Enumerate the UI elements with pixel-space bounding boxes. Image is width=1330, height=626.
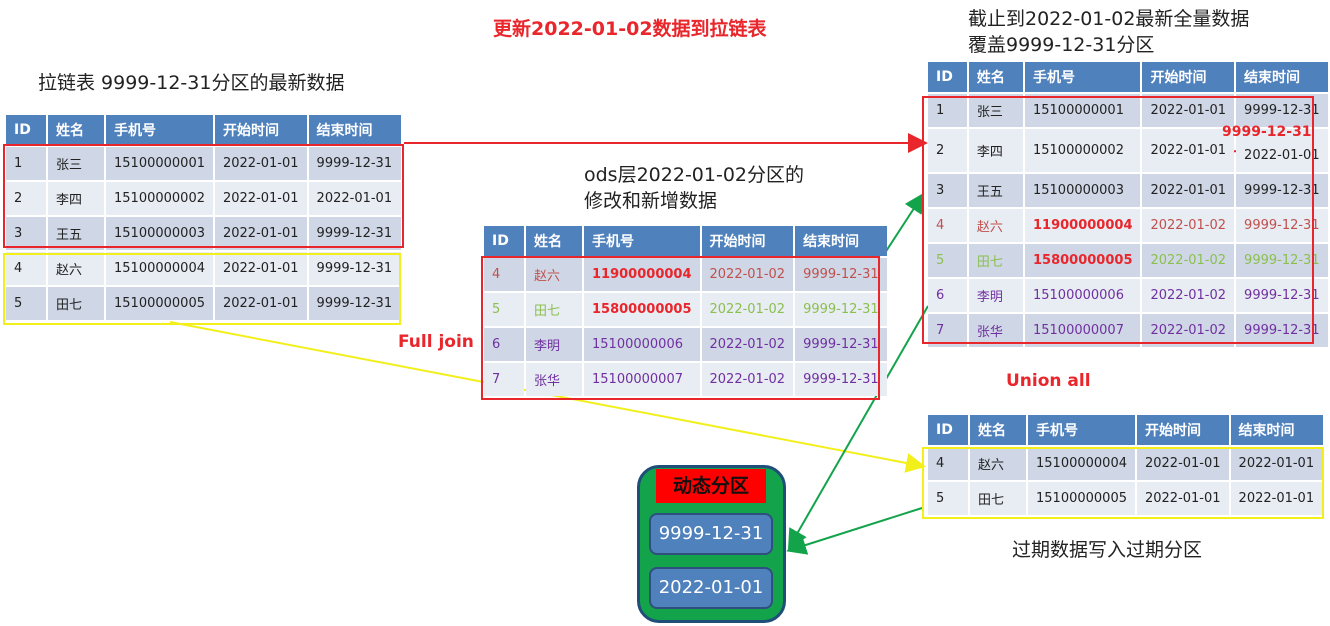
col-end: 结束时间 — [308, 115, 401, 145]
col-id: ID — [6, 115, 46, 145]
left-unchanged-highlight — [3, 144, 404, 248]
col-phone: 手机号 — [1028, 415, 1135, 445]
middle-table-heading-line2: 修改和新增数据 — [584, 190, 718, 212]
table-header-row: ID 姓名 手机号 开始时间 结束时间 — [928, 415, 1323, 445]
col-start: 开始时间 — [701, 226, 794, 256]
table-header-row: ID 姓名 手机号 开始时间 结束时间 — [484, 226, 888, 256]
col-start: 开始时间 — [1142, 62, 1235, 92]
col-name: 姓名 — [970, 415, 1026, 445]
table-header-row: ID 姓名 手机号 开始时间 结束时间 — [6, 115, 401, 145]
expired-highlight — [922, 447, 1324, 519]
corrected-end-date: 9999-12-31 — [1222, 124, 1312, 140]
left-changed-highlight — [3, 253, 401, 325]
union-all-label: Union all — [1006, 371, 1091, 391]
dynamic-partition-title: 动态分区 — [656, 469, 766, 503]
col-phone: 手机号 — [1024, 62, 1141, 92]
partition-current: 9999-12-31 — [649, 513, 773, 555]
full-join-label: Full join — [398, 332, 474, 352]
middle-table-heading-line1: ods层2022-01-02分区的 — [584, 164, 805, 186]
arrow-expired-to-dynamic — [786, 507, 923, 555]
col-phone: 手机号 — [584, 226, 700, 256]
col-name: 姓名 — [526, 226, 582, 256]
right-table-heading-line1: 截止到2022-01-02最新全量数据 — [968, 8, 1250, 30]
expired-partition-label: 过期数据写入过期分区 — [1012, 539, 1203, 561]
col-name: 姓名 — [48, 115, 104, 145]
page-title: 更新2022-01-02数据到拉链表 — [493, 18, 767, 40]
col-start: 开始时间 — [1136, 415, 1229, 445]
table-header-row: ID 姓名 手机号 开始时间 结束时间 — [928, 62, 1328, 92]
col-id: ID — [484, 226, 524, 256]
col-end: 结束时间 — [1236, 62, 1328, 92]
ods-update-highlight — [481, 256, 880, 400]
partition-expired: 2022-01-01 — [649, 567, 773, 609]
col-start: 开始时间 — [214, 115, 307, 145]
col-id: ID — [928, 415, 968, 445]
col-end: 结束时间 — [795, 226, 888, 256]
col-end: 结束时间 — [1230, 415, 1323, 445]
col-name: 姓名 — [968, 62, 1023, 92]
col-id: ID — [928, 62, 967, 92]
left-table-heading: 拉链表 9999-12-31分区的最新数据 — [38, 72, 345, 94]
right-table-heading-line2: 覆盖9999-12-31分区 — [968, 34, 1155, 56]
col-phone: 手机号 — [106, 115, 213, 145]
